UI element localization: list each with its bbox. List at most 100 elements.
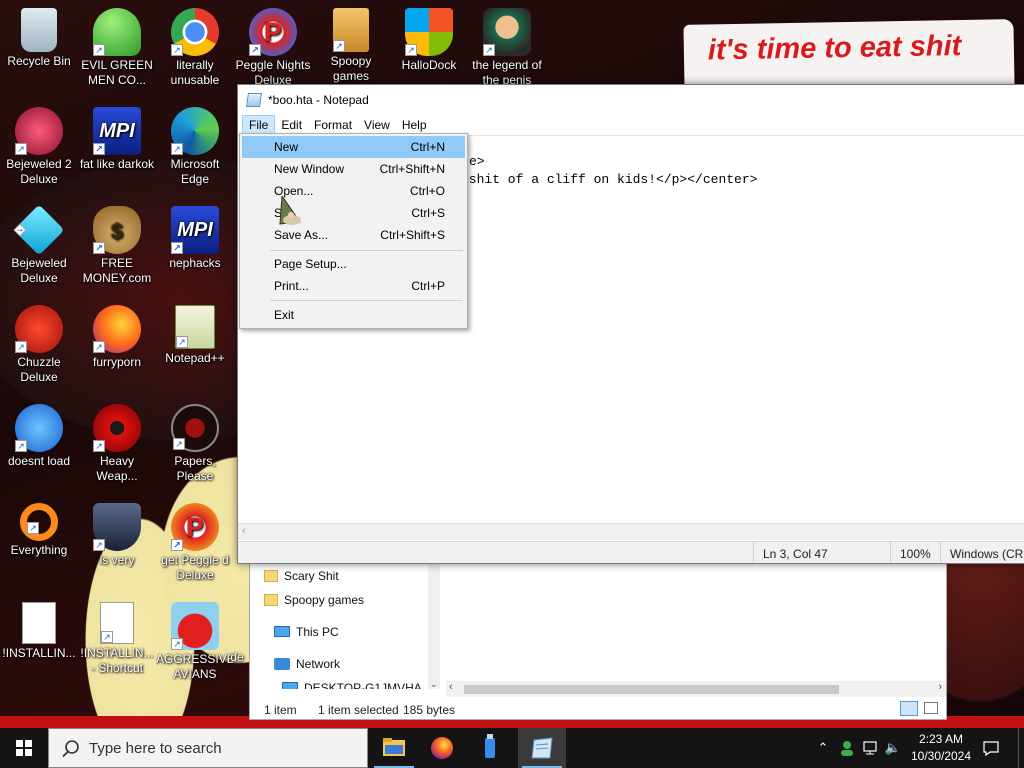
tray-network[interactable]: [860, 728, 882, 768]
desktop-icon-spoopy-games[interactable]: ↗ Spoopy games: [312, 4, 390, 84]
taskbar-app-blue[interactable]: [466, 728, 514, 768]
tray-volume[interactable]: 🔈: [882, 728, 904, 768]
window-title: *boo.hta - Notepad: [268, 93, 369, 107]
desktop-icon-free-money[interactable]: $ ↗ FREE MONEY.com: [78, 202, 156, 286]
menu-file[interactable]: File: [242, 115, 276, 135]
desktop-icon-bejeweled-2[interactable]: ↗ Bejeweled 2 Deluxe: [0, 103, 78, 187]
desktop-icon-everything[interactable]: ↗ Everything: [0, 499, 78, 558]
shortcut-arrow-icon: ↗: [13, 223, 27, 237]
file-explorer-window[interactable]: Scary Shit Spoopy games This PC Network …: [249, 560, 947, 720]
chevron-left-icon: ‹: [242, 525, 246, 537]
menu-format[interactable]: Format: [308, 115, 358, 135]
desktop-icon-installing[interactable]: !INSTALLIN...: [0, 598, 78, 661]
desktop-icon-installing-shortcut[interactable]: ↗ !INSTALLIN... - Shortcut: [78, 598, 156, 676]
menu-item-exit[interactable]: Exit: [242, 304, 465, 326]
nav-item-network[interactable]: Network: [274, 654, 340, 674]
desktop-icon-nephacks[interactable]: MPI ↗ nephacks: [156, 202, 234, 271]
text-file-icon: [22, 602, 56, 644]
desktop-icon-furryporn[interactable]: ↗ furryporn: [78, 301, 156, 370]
status-encoding: Windows (CRL: [940, 542, 1024, 563]
wallpaper-banner: it's time to eat shit: [683, 19, 1015, 93]
nav-item-spoopy-games[interactable]: Spoopy games: [264, 590, 364, 610]
chrome-icon: ↗: [171, 8, 219, 56]
desktop-icon-fat-like-darkok[interactable]: MPI ↗ fat like darkok: [78, 103, 156, 172]
show-hidden-icons-button[interactable]: ⌃: [812, 728, 834, 768]
icon-label: de: [230, 650, 244, 664]
desktop-icon-doesnt-load[interactable]: ↗ doesnt load: [0, 400, 78, 469]
explorer-content-area[interactable]: [446, 561, 946, 681]
desktop-icon-hallodock[interactable]: ↗ HalloDock: [390, 4, 468, 73]
scrollbar-thumb[interactable]: [464, 685, 839, 694]
desktop-icon-is-very[interactable]: ↗ is very: [78, 499, 156, 568]
icon-label: FREE MONEY.com: [82, 256, 152, 285]
desktop-icon-legend[interactable]: ↗ the legend of the penis: [468, 4, 546, 88]
icon-label: Bejeweled Deluxe: [11, 256, 67, 285]
taskbar-file-explorer[interactable]: [370, 728, 418, 768]
icon-label: EVIL GREEN MEN CO...: [81, 58, 153, 87]
shortcut-arrow-icon: ↗: [171, 242, 183, 254]
menu-item-open[interactable]: Open... Ctrl+O: [242, 180, 465, 202]
desktop-icon-get-peggle[interactable]: P ↗ get Peggle d Deluxe: [156, 499, 234, 583]
content-horizontal-scrollbar[interactable]: ‹ ›: [446, 681, 946, 697]
taskbar: Type here to search ⌃ 🔈 2:23 AM 10/30/20…: [0, 728, 1024, 768]
shortcut-arrow-icon: ↗: [93, 44, 105, 56]
menu-view[interactable]: View: [358, 115, 396, 135]
show-desktop-button[interactable]: [1018, 728, 1024, 768]
menu-help[interactable]: Help: [396, 115, 433, 135]
desktop-icon-recycle-bin[interactable]: Recycle Bin: [0, 4, 78, 69]
taskbar-firefox[interactable]: [418, 728, 466, 768]
shortcut-arrow-icon: ↗: [93, 341, 105, 353]
menu-item-new-window[interactable]: New Window Ctrl+Shift+N: [242, 158, 465, 180]
nav-item-scary-shit[interactable]: Scary Shit: [264, 566, 339, 586]
menu-item-page-setup[interactable]: Page Setup...: [242, 253, 465, 275]
large-icons-view-icon[interactable]: [924, 702, 938, 714]
desktop-icon-chuzzle[interactable]: ↗ Chuzzle Deluxe: [0, 301, 78, 385]
notepad-status-bar: Ln 3, Col 47 100% Windows (CRL: [238, 541, 1024, 563]
bejeweled-2-icon: ↗: [15, 107, 63, 155]
menu-item-save-as[interactable]: Save As... Ctrl+Shift+S: [242, 224, 465, 246]
taskbar-clock[interactable]: 2:23 AM 10/30/2024: [906, 731, 976, 765]
editor-horizontal-scrollbar[interactable]: ‹: [238, 523, 1024, 540]
desktop-icon-papers-please[interactable]: ↗ Papers, Please: [156, 400, 234, 484]
nav-scrollbar[interactable]: ⌄: [428, 561, 440, 689]
action-center-button[interactable]: [978, 728, 1004, 768]
speaker-icon: 🔈: [884, 740, 902, 755]
desktop-icon-literally-unusable[interactable]: ↗ literally unusable: [156, 4, 234, 88]
menu-item-shortcut: Ctrl+O: [409, 184, 445, 198]
desktop-icon-microsoft-edge[interactable]: ↗ Microsoft Edge: [156, 103, 234, 187]
desktop-icon-evil-green-men[interactable]: ↗ EVIL GREEN MEN CO...: [78, 4, 156, 88]
menu-item-save[interactable]: S Ctrl+S: [242, 202, 465, 224]
file-dropdown-menu: New Ctrl+N New Window Ctrl+Shift+N Open.…: [239, 133, 468, 329]
nav-item-this-pc[interactable]: This PC: [274, 622, 339, 642]
menu-item-new[interactable]: New Ctrl+N: [242, 136, 465, 158]
notepad-titlebar[interactable]: *boo.hta - Notepad: [238, 85, 1024, 115]
desktop-icon-peggle-nights[interactable]: P ↗ Peggle Nights Deluxe: [234, 4, 312, 88]
taskbar-notepad[interactable]: [518, 728, 566, 768]
computer-icon: [274, 626, 290, 637]
desktop-icon-heavy-weapon[interactable]: ↗ Heavy Weap...: [78, 400, 156, 484]
pixel-character-icon: ↗: [483, 8, 531, 56]
menu-item-print[interactable]: Print... Ctrl+P: [242, 275, 465, 297]
icon-label: fat like darkok: [79, 157, 155, 171]
shortcut-arrow-icon: ↗: [333, 40, 345, 52]
desktop-icon-bejeweled[interactable]: ↗ Bejeweled Deluxe: [0, 202, 78, 286]
desktop-icon-aggressive-avians[interactable]: ↗ AGGRESSIVE AVIANS: [156, 598, 234, 682]
desktop-icon-notepad-plus-plus[interactable]: ↗ Notepad++: [156, 301, 234, 366]
menu-edit[interactable]: Edit: [275, 115, 308, 135]
icon-label: !INSTALLIN...: [2, 646, 76, 660]
people-icon: [841, 741, 853, 756]
peggle-icon: P ↗: [249, 8, 297, 56]
tray-people[interactable]: [836, 728, 858, 768]
shortcut-arrow-icon: ↗: [93, 242, 105, 254]
nav-item-label: DESKTOP-G1JMVHA: [304, 681, 422, 689]
icon-label: Chuzzle Deluxe: [17, 355, 61, 384]
start-button[interactable]: [0, 728, 48, 768]
shortcut-arrow-icon: ↗: [27, 522, 39, 534]
menu-item-label: Save As...: [274, 228, 329, 242]
taskbar-search-box[interactable]: Type here to search: [48, 728, 368, 768]
details-view-icon[interactable]: [900, 701, 918, 716]
nav-item-desktop-pc[interactable]: DESKTOP-G1JMVHA: [282, 678, 422, 689]
explorer-nav-pane[interactable]: Scary Shit Spoopy games This PC Network …: [250, 561, 428, 689]
shortcut-arrow-icon: ↗: [171, 44, 183, 56]
desktop-icon-partial[interactable]: de: [222, 650, 252, 665]
